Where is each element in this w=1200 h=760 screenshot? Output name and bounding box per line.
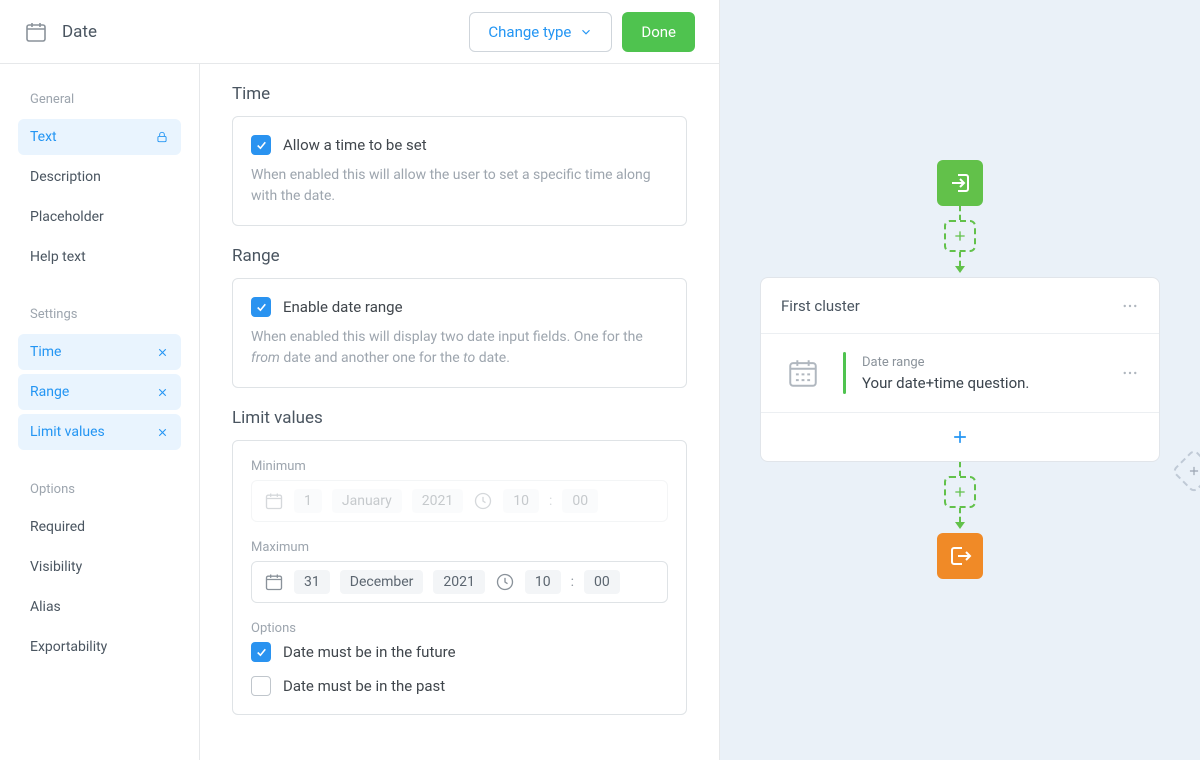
minimum-input[interactable]: 1 January 2021 10 : 00: [251, 480, 668, 522]
section-heading-range: Range: [232, 246, 687, 266]
allow-time-checkbox[interactable]: [251, 135, 271, 155]
date-icon: [24, 20, 48, 44]
limit-options-label: Options: [251, 621, 668, 636]
flow-end-block[interactable]: [937, 533, 983, 579]
editor-content: Time Allow a time to be set When enabled…: [200, 64, 719, 760]
sidebar-item-alias[interactable]: Alias: [18, 589, 181, 625]
sidebar-item-range[interactable]: Range: [18, 374, 181, 410]
sidebar-item-description[interactable]: Description: [18, 159, 181, 195]
future-checkbox[interactable]: [251, 642, 271, 662]
sidebar-group-settings: Settings: [0, 299, 199, 330]
clock-icon: [473, 491, 493, 511]
preview-pane: First cluster Date range Your date+time …: [720, 0, 1200, 760]
minimum-label: Minimum: [251, 459, 668, 474]
enable-range-checkbox[interactable]: [251, 297, 271, 317]
flow-add-top-button[interactable]: [944, 220, 976, 252]
cluster-add-question-button[interactable]: [761, 413, 1159, 461]
editor-header: Date Change type Done: [0, 0, 719, 64]
cluster-card: First cluster Date range Your date+time …: [760, 277, 1160, 462]
close-icon[interactable]: [156, 346, 169, 359]
limit-card: Minimum 1 January 2021 10 : 00 Maximum: [232, 440, 687, 715]
sidebar-item-time[interactable]: Time: [18, 334, 181, 370]
sidebar-group-options: Options: [0, 474, 199, 505]
sidebar-item-help-text[interactable]: Help text: [18, 239, 181, 275]
max-hour[interactable]: 10: [525, 570, 561, 594]
calendar-icon: [264, 491, 284, 511]
sidebar-item-exportability[interactable]: Exportability: [18, 629, 181, 665]
change-type-button[interactable]: Change type: [469, 12, 612, 52]
section-heading-limit: Limit values: [232, 408, 687, 428]
close-icon[interactable]: [156, 386, 169, 399]
range-card: Enable date range When enabled this will…: [232, 278, 687, 388]
cluster-item-date-range[interactable]: Date range Your date+time question.: [761, 334, 1159, 413]
min-hour[interactable]: 10: [503, 489, 539, 513]
editor-title: Date: [24, 20, 97, 44]
cluster-item-menu-button[interactable]: [1121, 352, 1139, 394]
flow-start-block[interactable]: [937, 160, 983, 206]
sidebar-item-required[interactable]: Required: [18, 509, 181, 545]
done-button[interactable]: Done: [622, 12, 695, 52]
sidebar-item-text[interactable]: Text: [18, 119, 181, 155]
max-day[interactable]: 31: [294, 570, 330, 594]
enable-range-help: When enabled this will display two date …: [251, 327, 668, 369]
sidebar-item-limit-values[interactable]: Limit values: [18, 414, 181, 450]
maximum-input[interactable]: 31 December 2021 10 : 00: [251, 561, 668, 603]
max-month[interactable]: December: [340, 570, 424, 594]
active-indicator: [843, 352, 846, 394]
close-icon[interactable]: [156, 426, 169, 439]
maximum-label: Maximum: [251, 540, 668, 555]
min-minute[interactable]: 00: [562, 489, 598, 513]
allow-time-label: Allow a time to be set: [283, 136, 427, 154]
cluster-item-title: Your date+time question.: [862, 374, 1105, 392]
flow-add-side-button[interactable]: [1171, 448, 1200, 493]
date-range-icon: [779, 352, 827, 394]
allow-time-help: When enabled this will allow the user to…: [251, 165, 668, 207]
lock-icon: [155, 130, 169, 144]
chevron-down-icon: [579, 25, 593, 39]
cluster-title: First cluster: [781, 297, 860, 315]
past-checkbox[interactable]: [251, 676, 271, 696]
min-year[interactable]: 2021: [412, 489, 463, 513]
future-label: Date must be in the future: [283, 643, 456, 661]
clock-icon: [495, 572, 515, 592]
min-day[interactable]: 1: [294, 489, 322, 513]
cluster-item-subtitle: Date range: [862, 355, 1105, 370]
time-card: Allow a time to be set When enabled this…: [232, 116, 687, 226]
min-month[interactable]: January: [332, 489, 402, 513]
calendar-icon: [264, 572, 284, 592]
sidebar-item-placeholder[interactable]: Placeholder: [18, 199, 181, 235]
flow-add-bottom-button[interactable]: [944, 476, 976, 508]
editor-pane: Date Change type Done General Text: [0, 0, 720, 760]
enable-range-label: Enable date range: [283, 298, 403, 316]
editor-title-text: Date: [62, 22, 97, 42]
sidebar-group-general: General: [0, 84, 199, 115]
past-label: Date must be in the past: [283, 677, 445, 695]
max-minute[interactable]: 00: [584, 570, 620, 594]
sidebar-item-visibility[interactable]: Visibility: [18, 549, 181, 585]
sidebar: General Text Description Placeholder Hel…: [0, 64, 200, 760]
max-year[interactable]: 2021: [433, 570, 484, 594]
cluster-header[interactable]: First cluster: [761, 278, 1159, 334]
cluster-menu-button[interactable]: [1121, 297, 1139, 315]
section-heading-time: Time: [232, 84, 687, 104]
